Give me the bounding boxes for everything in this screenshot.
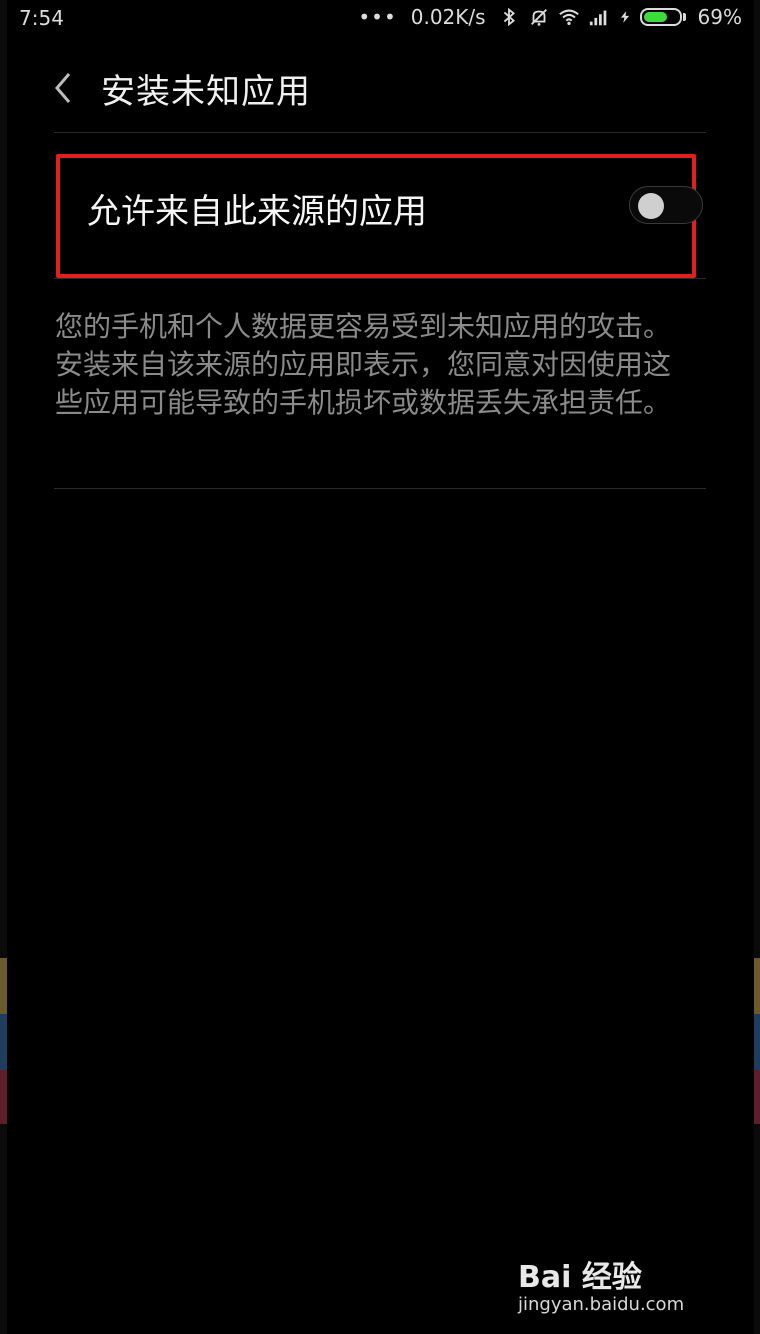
battery-icon: [639, 8, 686, 26]
back-arrow-icon[interactable]: [49, 70, 79, 106]
edge-accent: [753, 958, 760, 1014]
baidu-jingyan-watermark: Bai 经验 jingyan.baidu.com: [516, 1252, 716, 1322]
allow-unknown-sources-toggle[interactable]: [629, 186, 703, 224]
bluetooth-icon: [503, 7, 515, 27]
left-edge: [0, 0, 7, 1334]
edge-accent: [0, 1070, 7, 1124]
signal-icon: [589, 10, 606, 26]
edge-accent: [753, 1070, 760, 1124]
status-time: 7:54: [19, 6, 64, 30]
wifi-icon: [558, 9, 579, 26]
app-header: 安装未知应用: [7, 48, 754, 128]
screen: 7:54 ••• 0.02K/s 69% 安装未知应用 允许来自此来源的应用 您…: [7, 0, 754, 1334]
network-speed: 0.02K/s: [410, 5, 486, 29]
status-icons: ••• 0.02K/s 69%: [358, 5, 742, 29]
edge-accent: [753, 1014, 760, 1070]
right-edge: [753, 0, 760, 1334]
divider: [54, 278, 706, 279]
allow-unknown-sources-label: 允许来自此来源的应用: [87, 192, 427, 232]
watermark-url: jingyan.baidu.com: [518, 1294, 685, 1315]
toggle-knob: [638, 193, 664, 219]
watermark-logo: Bai 经验: [518, 1260, 642, 1295]
divider: [54, 132, 706, 133]
divider: [54, 488, 706, 489]
edge-accent: [0, 958, 7, 1014]
charging-icon: [620, 11, 629, 23]
page-title: 安装未知应用: [101, 72, 311, 112]
status-bar: 7:54 ••• 0.02K/s 69%: [7, 0, 754, 38]
edge-accent: [0, 1014, 7, 1070]
warning-description: 您的手机和个人数据更容易受到未知应用的攻击。安装来自该来源的应用即表示，您同意对…: [55, 310, 672, 419]
more-notifications-icon: •••: [358, 5, 397, 29]
battery-level: [643, 12, 667, 22]
mute-icon: [530, 9, 547, 26]
battery-percent: 69%: [697, 5, 742, 29]
